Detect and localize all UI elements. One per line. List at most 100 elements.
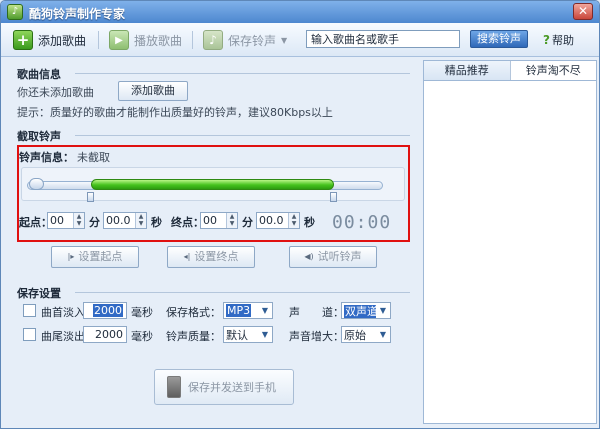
save-and-send-button[interactable]: 保存并发送到手机 <box>154 369 294 405</box>
quality-label: 铃声质量： <box>166 330 221 343</box>
preview-button[interactable]: ◀) 试听铃声 <box>289 246 377 268</box>
end-minute-stepper[interactable]: 00 ▲ ▼ <box>200 212 238 229</box>
section-divider <box>75 292 410 293</box>
fade-in-input[interactable]: 2000 <box>83 302 127 319</box>
preview-label: 试听铃声 <box>317 250 362 263</box>
fade-out-label: 曲尾淡出 <box>41 330 85 343</box>
chevron-down-icon: ▼ <box>379 330 387 339</box>
format-select[interactable]: MP3 ▼ <box>223 302 273 319</box>
search-input[interactable] <box>306 30 460 48</box>
start-marker[interactable] <box>87 192 94 202</box>
fade-in-value: 2000 <box>93 304 123 317</box>
stepper-up-icon[interactable]: ▲ <box>227 213 237 220</box>
section-divider <box>75 73 410 74</box>
speaker-icon: ◀) <box>304 252 314 261</box>
second-unit: 秒 <box>304 216 315 229</box>
save-and-send-label: 保存并发送到手机 <box>188 381 276 394</box>
selection-range[interactable] <box>91 179 334 190</box>
fade-out-checkbox[interactable] <box>23 328 36 341</box>
end-second-value: 00.0 <box>259 214 284 227</box>
add-song-inline-button[interactable]: 添加歌曲 <box>118 81 188 101</box>
play-song-button[interactable]: ▶ 播放歌曲 <box>109 29 182 51</box>
set-end-icon: ◂| <box>183 252 191 261</box>
help-link[interactable]: ? 帮助 <box>543 32 574 48</box>
title-bar[interactable]: ♪ 酷狗铃声制作专家 ✕ <box>1 1 599 23</box>
fade-in-label: 曲首淡入 <box>41 306 85 319</box>
help-icon: ? <box>543 33 550 47</box>
stepper-down-icon[interactable]: ▼ <box>289 220 299 227</box>
section-divider <box>75 135 410 136</box>
playhead-knob[interactable] <box>29 178 44 190</box>
end-second-stepper[interactable]: 00.0 ▲ ▼ <box>256 212 300 229</box>
chevron-down-icon: ▼ <box>261 330 269 339</box>
chevron-down-icon[interactable]: ▼ <box>281 36 287 45</box>
main-window: ♪ 酷狗铃声制作专家 ✕ + 添加歌曲 ▶ 播放歌曲 ♪ 保存铃声 ▼ 搜索铃声… <box>0 0 600 429</box>
toolbar-divider <box>192 31 193 49</box>
save-ringtone-button[interactable]: ♪ 保存铃声 ▼ <box>203 29 287 51</box>
stepper-down-icon[interactable]: ▼ <box>136 220 146 227</box>
help-label: 帮助 <box>551 34 574 47</box>
ms-unit: 毫秒 <box>131 306 153 319</box>
add-song-label: 添加歌曲 <box>38 33 87 48</box>
set-start-label: 设置起点 <box>78 250 123 263</box>
play-song-label: 播放歌曲 <box>134 33 183 48</box>
stepper-down-icon[interactable]: ▼ <box>74 220 84 227</box>
music-note-icon: ♪ <box>203 30 223 50</box>
boost-select[interactable]: 原始 ▼ <box>341 326 391 343</box>
set-end-label: 设置终点 <box>194 250 239 263</box>
stepper-down-icon[interactable]: ▼ <box>227 220 237 227</box>
add-song-button[interactable]: + 添加歌曲 <box>13 29 86 51</box>
search-button[interactable]: 搜索铃声 <box>470 30 528 48</box>
start-minute-stepper[interactable]: 00 ▲ ▼ <box>47 212 85 229</box>
stepper-up-icon[interactable]: ▲ <box>289 213 299 220</box>
boost-value: 原始 <box>344 328 366 342</box>
start-second-stepper[interactable]: 00.0 ▲ ▼ <box>103 212 147 229</box>
app-logo-icon: ♪ <box>7 4 23 20</box>
close-button[interactable]: ✕ <box>573 3 593 20</box>
stepper-up-icon[interactable]: ▲ <box>74 213 84 220</box>
set-start-button[interactable]: |▸ 设置起点 <box>51 246 139 268</box>
format-label: 保存格式： <box>166 306 221 319</box>
recommendation-panel: 精品推荐 铃声淘不尽 <box>423 60 597 424</box>
cut-header: 截取铃声 <box>17 130 61 143</box>
save-ringtone-label: 保存铃声 <box>228 33 277 48</box>
save-settings-header: 保存设置 <box>17 287 61 300</box>
ringtone-info-label: 铃声信息： <box>19 151 74 164</box>
toolbar-divider <box>98 31 99 49</box>
minute-unit: 分 <box>242 216 253 229</box>
phone-icon <box>167 376 181 398</box>
set-start-icon: |▸ <box>67 252 75 261</box>
channel-select[interactable]: 双声道 ▼ <box>341 302 391 319</box>
chevron-down-icon: ▼ <box>379 306 387 315</box>
ms-unit: 毫秒 <box>131 330 153 343</box>
time-display: 00:00 <box>332 212 392 233</box>
fade-out-value: 2000 <box>95 328 123 341</box>
plus-icon: + <box>13 30 33 50</box>
quality-tip-text: 提示：质量好的歌曲才能制作出质量好的铃声，建议80Kbps以上 <box>17 106 333 119</box>
recommendation-tabs: 精品推荐 铃声淘不尽 <box>424 61 596 81</box>
quality-select[interactable]: 默认 ▼ <box>223 326 273 343</box>
left-panel: 歌曲信息 你还未添加歌曲 添加歌曲 提示：质量好的歌曲才能制作出质量好的铃声，建… <box>11 60 413 424</box>
chevron-down-icon: ▼ <box>261 306 269 315</box>
start-second-value: 00.0 <box>106 214 131 227</box>
fade-in-checkbox[interactable] <box>23 304 36 317</box>
channel-label: 声 道： <box>289 306 344 319</box>
window-title: 酷狗铃声制作专家 <box>29 7 126 21</box>
format-value: MP3 <box>226 304 252 317</box>
boost-label: 声音增大： <box>289 330 344 343</box>
channel-value: 双声道 <box>344 304 376 318</box>
second-unit: 秒 <box>151 216 162 229</box>
end-marker[interactable] <box>330 192 337 202</box>
song-status-text: 你还未添加歌曲 <box>17 86 94 99</box>
ringtone-info-value: 未截取 <box>77 151 110 164</box>
song-info-header: 歌曲信息 <box>17 68 61 81</box>
set-end-button[interactable]: ◂| 设置终点 <box>167 246 255 268</box>
tab-featured[interactable]: 精品推荐 <box>424 61 511 80</box>
start-minute-value: 00 <box>50 214 64 227</box>
end-minute-value: 00 <box>203 214 217 227</box>
fade-out-input[interactable]: 2000 <box>83 326 127 343</box>
quality-value: 默认 <box>226 328 248 342</box>
stepper-up-icon[interactable]: ▲ <box>136 213 146 220</box>
minute-unit: 分 <box>89 216 100 229</box>
tab-ringtone-store[interactable]: 铃声淘不尽 <box>510 61 596 80</box>
